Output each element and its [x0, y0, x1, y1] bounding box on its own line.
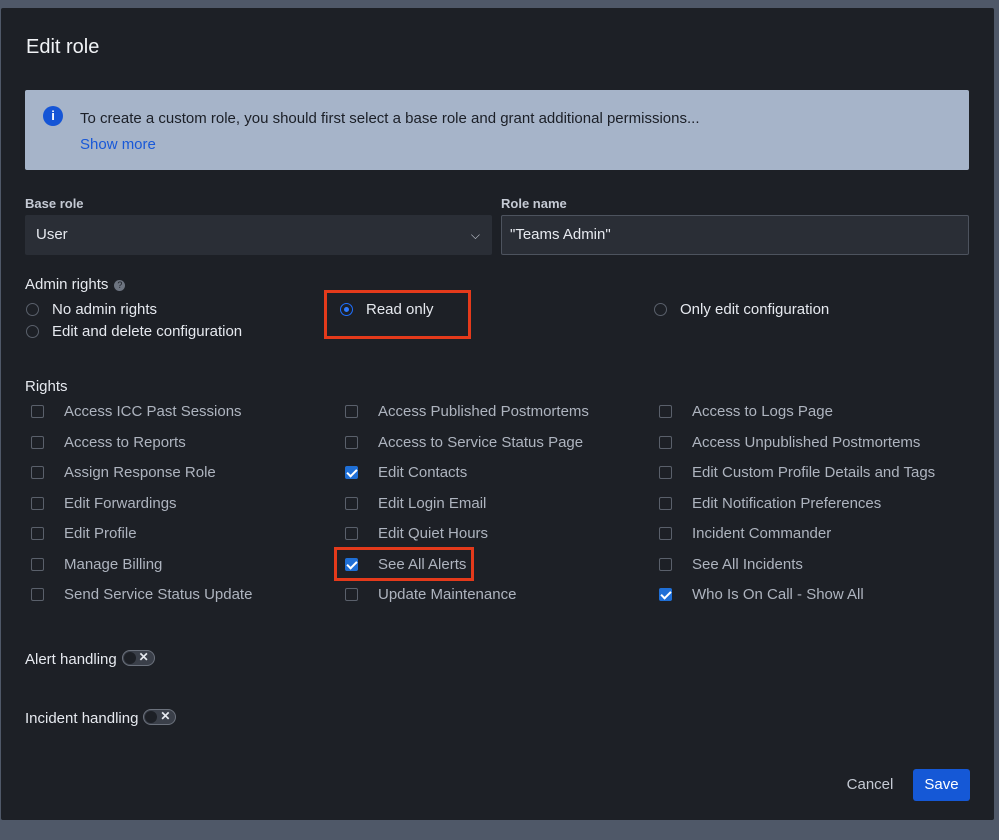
checkbox-edit-notification-preferences[interactable]: Edit Notification Preferences — [659, 495, 881, 512]
checkbox-who-is-on-call-show-all[interactable]: Who Is On Call - Show All — [659, 586, 864, 603]
checkbox-access-to-service-status-page[interactable]: Access to Service Status Page — [345, 434, 583, 451]
highlight-box — [324, 290, 471, 339]
checkbox — [659, 527, 672, 540]
checkbox-access-unpublished-postmortems[interactable]: Access Unpublished Postmortems — [659, 434, 920, 451]
alert-handling-toggle[interactable]: ✕ — [121, 650, 155, 666]
incident-handling-row: Incident handling ✕ — [25, 709, 177, 727]
checkbox-update-maintenance[interactable]: Update Maintenance — [345, 586, 516, 603]
radio-edit-and-delete-configuration[interactable]: Edit and delete configuration — [26, 323, 242, 340]
checkbox-label: Manage Billing — [64, 556, 163, 573]
checkbox-access-to-reports[interactable]: Access to Reports — [31, 434, 186, 451]
rights-label: Rights — [25, 378, 68, 395]
info-text: To create a custom role, you should firs… — [80, 110, 700, 127]
incident-handling-toggle[interactable]: ✕ — [143, 709, 177, 725]
checkbox — [345, 588, 358, 601]
checkbox-send-service-status-update[interactable]: Send Service Status Update — [31, 586, 252, 603]
role-name-label: Role name — [501, 196, 567, 211]
checkbox-access-to-logs-page[interactable]: Access to Logs Page — [659, 403, 833, 420]
checkbox — [345, 405, 358, 418]
checkbox — [345, 527, 358, 540]
checkbox-edit-login-email[interactable]: Edit Login Email — [345, 495, 486, 512]
checkbox — [345, 436, 358, 449]
role-name-input[interactable]: "Teams Admin" — [501, 215, 969, 255]
checkbox-label: Edit Login Email — [378, 495, 487, 512]
checkbox — [31, 527, 44, 540]
checkbox-label: Access to Reports — [64, 434, 186, 451]
checkbox-checked — [345, 466, 358, 479]
checkbox-label: Access to Service Status Page — [378, 434, 584, 451]
radio-only-edit-configuration[interactable]: Only edit configuration — [654, 301, 829, 318]
checkbox-label: Edit Quiet Hours — [378, 525, 489, 542]
incident-handling-label: Incident handling — [25, 710, 139, 727]
checkbox-access-published-postmortems[interactable]: Access Published Postmortems — [345, 403, 589, 420]
highlight-box — [334, 547, 474, 581]
checkbox-label: Edit Contacts — [378, 464, 468, 481]
checkbox-edit-quiet-hours[interactable]: Edit Quiet Hours — [345, 525, 488, 542]
checkbox — [31, 497, 44, 510]
checkbox-incident-commander[interactable]: Incident Commander — [659, 525, 831, 542]
checkbox-checked — [659, 588, 672, 601]
info-icon: i — [43, 106, 63, 126]
close-icon: ✕ — [160, 709, 171, 723]
radio-label: No admin rights — [52, 301, 158, 318]
save-button[interactable]: Save — [913, 769, 970, 801]
checkbox-label: Access Published Postmortems — [378, 403, 589, 420]
radio-label: Edit and delete configuration — [52, 323, 243, 340]
checkbox-label: Access Unpublished Postmortems — [692, 434, 921, 451]
checkbox — [31, 558, 44, 571]
radio-label: Only edit configuration — [680, 301, 830, 318]
radio-icon — [26, 325, 39, 338]
show-more-link[interactable]: Show more — [80, 136, 156, 153]
base-role-select[interactable]: User ⌵ — [25, 215, 492, 255]
checkbox-label: Update Maintenance — [378, 586, 517, 603]
checkbox-label: Assign Response Role — [64, 464, 216, 481]
checkbox — [31, 466, 44, 479]
checkbox-label: Edit Forwardings — [64, 495, 177, 512]
checkbox — [345, 497, 358, 510]
checkbox — [659, 405, 672, 418]
info-banner: i To create a custom role, you should fi… — [25, 90, 969, 170]
help-icon[interactable]: ? — [114, 280, 126, 291]
checkbox — [659, 466, 672, 479]
checkbox-label: Who Is On Call - Show All — [692, 586, 864, 603]
chevron-down-icon: ⌵ — [470, 228, 480, 242]
checkbox-assign-response-role[interactable]: Assign Response Role — [31, 464, 216, 481]
checkbox-edit-profile[interactable]: Edit Profile — [31, 525, 137, 542]
checkbox-label: Access to Logs Page — [692, 403, 833, 420]
checkbox-label: See All Incidents — [692, 556, 803, 573]
role-name-value: "Teams Admin" — [510, 226, 611, 243]
checkbox-label: Send Service Status Update — [64, 586, 253, 603]
admin-rights-text: Admin rights — [25, 276, 109, 293]
radio-icon — [26, 303, 39, 316]
cancel-button[interactable]: Cancel — [839, 769, 901, 801]
dialog-title: Edit role — [26, 36, 100, 58]
checkbox-edit-forwardings[interactable]: Edit Forwardings — [31, 495, 177, 512]
checkbox-manage-billing[interactable]: Manage Billing — [31, 556, 162, 573]
close-icon: ✕ — [138, 650, 149, 664]
alert-handling-row: Alert handling ✕ — [25, 650, 155, 668]
checkbox — [31, 405, 44, 418]
radio-icon — [654, 303, 667, 316]
checkbox-edit-contacts[interactable]: Edit Contacts — [345, 464, 467, 481]
checkbox-see-all-incidents[interactable]: See All Incidents — [659, 556, 803, 573]
alert-handling-label: Alert handling — [25, 651, 117, 668]
checkbox — [659, 436, 672, 449]
checkbox — [31, 436, 44, 449]
checkbox-label: Access ICC Past Sessions — [64, 403, 242, 420]
checkbox-edit-custom-profile-details-and-tags[interactable]: Edit Custom Profile Details and Tags — [659, 464, 935, 481]
checkbox-access-icc-past-sessions[interactable]: Access ICC Past Sessions — [31, 403, 242, 420]
radio-no-admin-rights[interactable]: No admin rights — [26, 301, 157, 318]
checkbox-label: Edit Notification Preferences — [692, 495, 882, 512]
checkbox — [31, 588, 44, 601]
checkbox — [659, 497, 672, 510]
checkbox — [659, 558, 672, 571]
admin-rights-label: Admin rights? — [25, 276, 126, 293]
checkbox-label: Incident Commander — [692, 525, 832, 542]
checkbox-label: Edit Custom Profile Details and Tags — [692, 464, 936, 481]
checkbox-label: Edit Profile — [64, 525, 137, 542]
base-role-label: Base role — [25, 196, 84, 211]
base-role-value: User — [36, 226, 68, 243]
